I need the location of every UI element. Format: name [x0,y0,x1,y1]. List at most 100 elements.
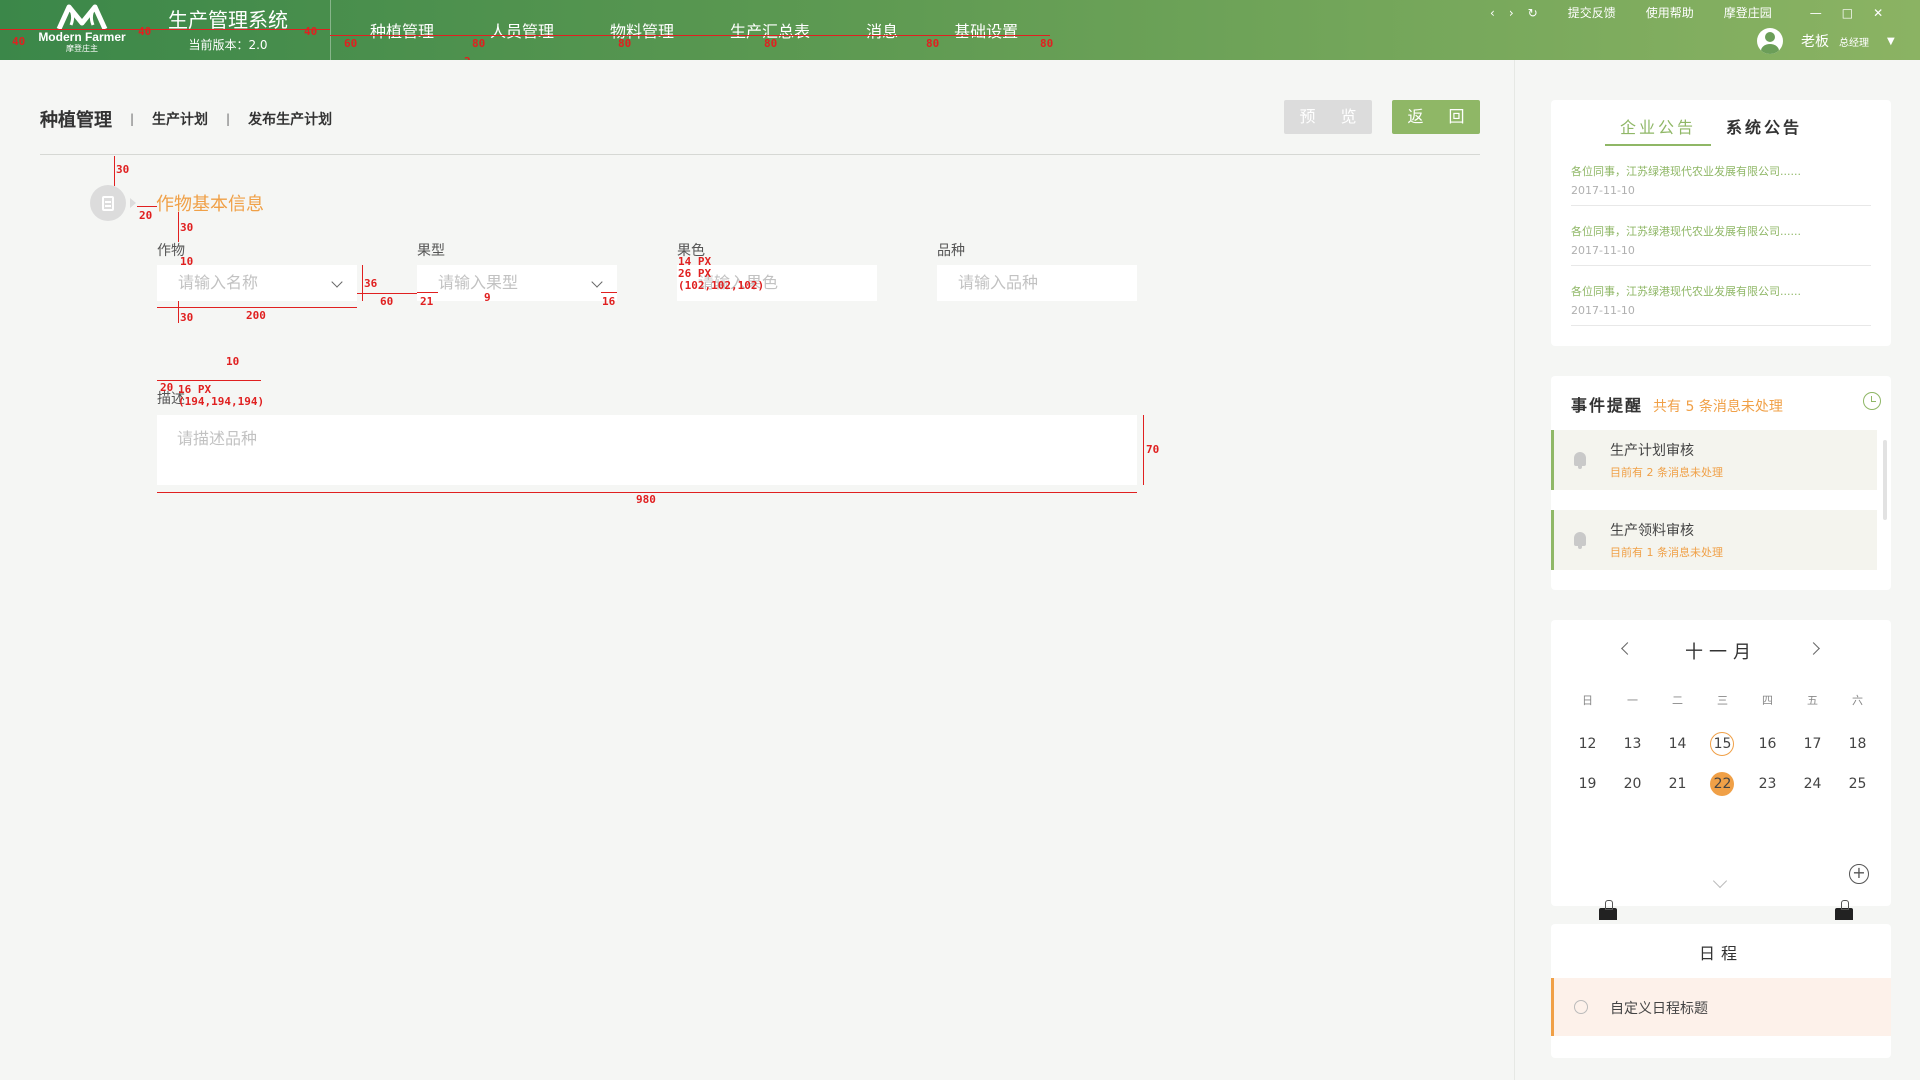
annotation-line [177,380,261,381]
annotation-line [1143,415,1144,485]
list-item[interactable]: 自定义日程标题 [1551,978,1891,1036]
right-panel: 企业公告 系统公告 各位同事，江苏绿港现代农业发展有限公司...... 2017… [1514,60,1920,1080]
app-logo: Modern Farmer 摩登庄主 [36,3,128,57]
event-name: 生产领料审核 [1610,523,1694,539]
page-title: 种植管理 [40,110,112,131]
chevron-right-icon[interactable]: › [1509,6,1514,20]
calendar-day-selected[interactable]: 22 [1700,772,1745,796]
list-item[interactable]: 各位同事，江苏绿港现代农业发展有限公司...... 2017-11-10 [1571,284,1871,326]
annotation-line [362,265,363,301]
list-item[interactable]: 各位同事，江苏绿港现代农业发展有限公司...... 2017-11-10 [1571,224,1871,266]
weekday-label: 二 [1672,694,1683,707]
arrow-right-icon [130,198,136,208]
breadcrumb-item-plan[interactable]: 生产计划 [152,109,208,129]
annotation-label: 70 [1146,443,1160,456]
description-textarea[interactable]: 请描述品种 [157,415,1137,485]
calendar-day[interactable]: 24 [1790,772,1835,796]
breadcrumb-item-publish[interactable]: 发布生产计划 [248,109,332,129]
list-item[interactable]: 各位同事，江苏绿港现代农业发展有限公司...... 2017-11-10 [1571,164,1871,206]
nav-item-messages[interactable]: 消息 [866,18,898,44]
annotation-line [330,35,1050,36]
tab-company-notice[interactable]: 企业公告 [1605,114,1711,146]
caret-down-icon[interactable]: ▼ [1887,36,1895,47]
binder-clip-icon [1835,900,1853,920]
calendar-day[interactable]: 20 [1610,772,1655,796]
chevron-left-icon[interactable]: ‹ [1490,6,1495,20]
notice-card: 企业公告 系统公告 各位同事，江苏绿港现代农业发展有限公司...... 2017… [1551,100,1891,346]
calendar-day[interactable]: 16 [1745,732,1790,756]
user-name: 老板 [1801,34,1829,50]
section-icon [90,185,126,221]
chevron-down-icon[interactable] [1712,873,1728,889]
window-controls: ‹ › ↻ 提交反馈 使用帮助 摩登庄园 — □ ✕ [1490,4,1897,21]
notice-date: 2017-11-10 [1571,184,1635,197]
calendar-weekdays: 日 一 二 三 四 五 六 [1565,692,1880,708]
nav-item-settings[interactable]: 基础设置 [954,18,1018,44]
nav-item-planting[interactable]: 种植管理 [370,18,434,44]
calendar-day[interactable]: 18 [1835,732,1880,756]
calendar-day[interactable]: 17 [1790,732,1835,756]
event-name: 生产计划审核 [1610,443,1694,459]
crop-select-chevron-area[interactable] [327,265,357,301]
user-role: 总经理 [1839,37,1869,49]
weekday-label: 六 [1852,694,1863,707]
annotation-label: 10 [180,255,194,268]
annotation-label: (102,102,102) [678,279,765,292]
weekday-label: 一 [1627,694,1638,707]
back-button[interactable]: 返 回 [1392,100,1480,134]
annotation-line [157,307,357,308]
weekday-label: 五 [1807,694,1818,707]
help-link[interactable]: 使用帮助 [1646,4,1694,21]
event-scrollbar[interactable] [1883,440,1887,520]
add-event-icon[interactable]: + [1849,864,1869,884]
refresh-icon[interactable]: ↻ [1528,6,1538,20]
annotation-label: 30 [180,311,194,324]
notice-text: 各位同事，江苏绿港现代农业发展有限公司...... [1571,285,1801,298]
header-divider [40,154,1480,155]
minimize-icon[interactable]: — [1810,6,1822,20]
close-icon[interactable]: ✕ [1873,6,1883,20]
calendar-day[interactable]: 13 [1610,732,1655,756]
annotation-label: 36 [364,277,378,290]
calendar-day[interactable]: 25 [1835,772,1880,796]
fruit-type-label: 果型 [417,243,445,259]
preview-button[interactable]: 预 览 [1284,100,1372,134]
user-menu[interactable]: 老板 总经理 ▼ [1757,28,1895,54]
main-content: 种植管理 | 生产计划 | 发布生产计划 预 览 返 回 作物基本信息 作物 请… [0,60,1514,1080]
feedback-link[interactable]: 提交反馈 [1568,4,1616,21]
notice-tabs: 企业公告 系统公告 [1605,114,1817,146]
logo-text-en: Modern Farmer [38,30,126,44]
list-item[interactable]: 生产计划审核 目前有 2 条消息未处理 [1551,430,1877,490]
event-title: 事件提醒 [1571,396,1644,415]
top-divider [330,0,331,60]
list-item[interactable]: 生产领料审核 目前有 1 条消息未处理 [1551,510,1877,570]
calendar-day[interactable]: 12 [1565,732,1610,756]
schedule-title: 日程 [1698,944,1743,963]
annotation-label: 40 [304,25,318,38]
weekday-label: 三 [1717,694,1728,707]
breadcrumb-separator: | [130,112,135,126]
annotation-label: 30 [180,221,194,234]
calendar-day[interactable]: 19 [1565,772,1610,796]
calendar-day[interactable]: 14 [1655,732,1700,756]
bell-icon [1574,532,1586,549]
variety-input[interactable]: 请输入品种 [937,265,1137,301]
annotation-label: 80 [1040,37,1054,50]
tab-system-notice[interactable]: 系统公告 [1711,114,1817,146]
version-label: 当前版本：2.0 [188,38,268,52]
refresh-icon[interactable] [1863,392,1881,410]
annotation-label: 80 [764,37,778,50]
avatar[interactable] [1757,28,1783,54]
calendar-week-row: 19 20 21 22 23 24 25 [1565,772,1880,796]
schedule-item-title: 自定义日程标题 [1610,1001,1708,1017]
calendar-day-today[interactable]: 15 [1700,732,1745,756]
event-summary: 共有 5 条消息未处理 [1653,399,1783,415]
calendar-day[interactable]: 23 [1745,772,1790,796]
binder-clip-icon [1599,900,1617,920]
system-block: 生产管理系统 当前版本：2.0 [160,8,296,53]
maximize-icon[interactable]: □ [1842,6,1853,20]
weekday-label: 四 [1762,694,1773,707]
nav-item-staff[interactable]: 人员管理 [490,18,554,44]
estate-link[interactable]: 摩登庄园 [1724,4,1772,21]
calendar-day[interactable]: 21 [1655,772,1700,796]
